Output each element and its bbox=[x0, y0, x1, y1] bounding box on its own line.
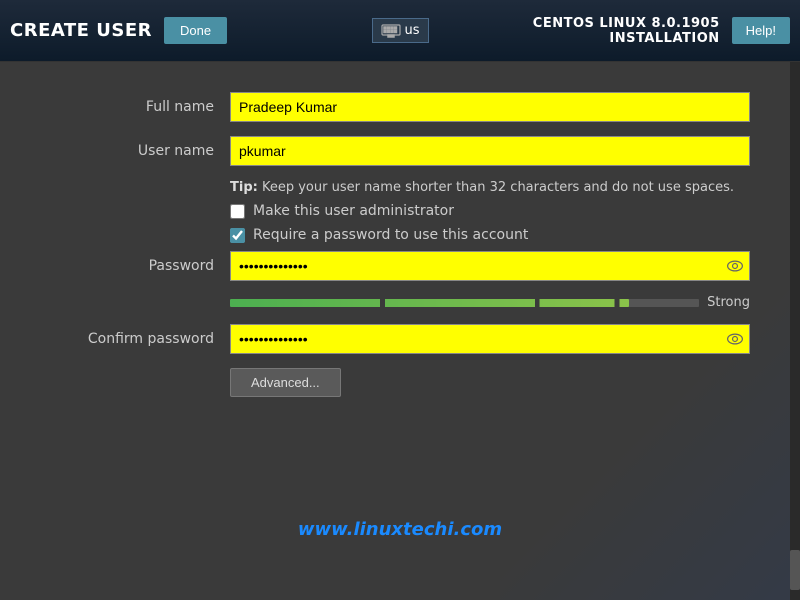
user-name-label: User name bbox=[50, 143, 230, 159]
password-label: Password bbox=[50, 258, 230, 274]
tip-bold: Tip: bbox=[230, 180, 258, 195]
strength-label: Strong bbox=[707, 295, 750, 310]
require-password-row: Require a password to use this account bbox=[50, 227, 750, 243]
advanced-button[interactable]: Advanced... bbox=[230, 368, 341, 397]
confirm-password-row: Confirm password bbox=[50, 324, 750, 354]
user-name-row: User name bbox=[50, 136, 750, 166]
confirm-password-input[interactable] bbox=[230, 324, 750, 354]
full-name-label: Full name bbox=[50, 99, 230, 115]
strength-fill bbox=[230, 299, 629, 307]
make-admin-checkbox[interactable] bbox=[230, 204, 245, 219]
header-left: CREATE USER Done bbox=[10, 17, 372, 44]
strength-bar-container: Strong bbox=[230, 295, 750, 310]
keyboard-icon bbox=[381, 24, 401, 38]
tip-text: Tip: Keep your user name shorter than 32… bbox=[230, 180, 734, 195]
watermark: www.linuxtechi.com bbox=[298, 519, 502, 540]
password-input[interactable] bbox=[230, 251, 750, 281]
advanced-spacer bbox=[50, 368, 230, 397]
scrollbar[interactable] bbox=[790, 62, 800, 600]
install-title: CENTOS LINUX 8.0.1905 INSTALLATION bbox=[429, 16, 720, 46]
create-user-form: Full name User name Tip: Keep your user … bbox=[50, 92, 750, 397]
make-admin-row: Make this user administrator bbox=[50, 203, 750, 219]
require-password-label[interactable]: Require a password to use this account bbox=[230, 227, 528, 243]
full-name-input-wrap bbox=[230, 92, 750, 122]
tip-content: Keep your user name shorter than 32 char… bbox=[258, 180, 734, 195]
confirm-password-label: Confirm password bbox=[50, 331, 230, 347]
strength-bar bbox=[230, 299, 699, 307]
header: CREATE USER Done us bbox=[0, 0, 800, 62]
make-admin-text: Make this user administrator bbox=[253, 203, 454, 219]
full-name-row: Full name bbox=[50, 92, 750, 122]
advanced-row: Advanced... bbox=[50, 368, 750, 397]
page-title: CREATE USER bbox=[10, 20, 152, 41]
tip-spacer bbox=[50, 180, 230, 195]
eye-icon bbox=[726, 257, 744, 275]
help-button[interactable]: Help! bbox=[732, 17, 790, 44]
require-password-checkbox[interactable] bbox=[230, 228, 245, 243]
full-name-input[interactable] bbox=[230, 92, 750, 122]
main-content: Full name User name Tip: Keep your user … bbox=[0, 62, 800, 600]
confirm-eye-icon bbox=[726, 330, 744, 348]
require-password-text: Require a password to use this account bbox=[253, 227, 528, 243]
tip-row: Tip: Keep your user name shorter than 32… bbox=[50, 180, 750, 195]
make-admin-label[interactable]: Make this user administrator bbox=[230, 203, 454, 219]
header-center: us bbox=[372, 18, 429, 43]
confirm-password-input-wrap bbox=[230, 324, 750, 354]
locale-display: us bbox=[405, 23, 420, 38]
header-right: CENTOS LINUX 8.0.1905 INSTALLATION Help! bbox=[429, 16, 791, 46]
confirm-eye-button[interactable] bbox=[726, 330, 744, 348]
scrollbar-thumb[interactable] bbox=[790, 550, 800, 590]
done-button[interactable]: Done bbox=[164, 17, 227, 44]
strength-row: Strong bbox=[50, 295, 750, 310]
password-eye-button[interactable] bbox=[726, 257, 744, 275]
user-name-input[interactable] bbox=[230, 136, 750, 166]
keyboard-indicator[interactable]: us bbox=[372, 18, 429, 43]
user-name-input-wrap bbox=[230, 136, 750, 166]
password-input-wrap bbox=[230, 251, 750, 281]
password-row: Password bbox=[50, 251, 750, 281]
